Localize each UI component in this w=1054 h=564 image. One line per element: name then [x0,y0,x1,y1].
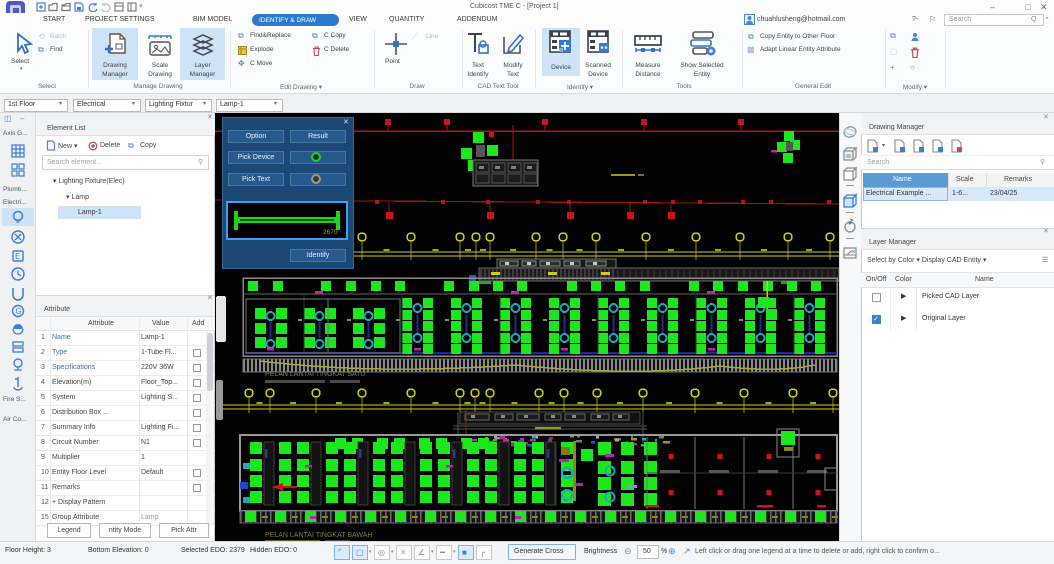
svg-text:PELAN LANTAI TINGKAT SATU: PELAN LANTAI TINGKAT SATU [265,371,366,378]
svg-text:2670: 2670 [323,229,338,236]
svg-text:PELAN LANTAI TINGKAT BAWAH: PELAN LANTAI TINGKAT BAWAH [265,532,373,539]
svg-text:E: E [15,252,20,261]
svg-text:G: G [16,307,22,316]
